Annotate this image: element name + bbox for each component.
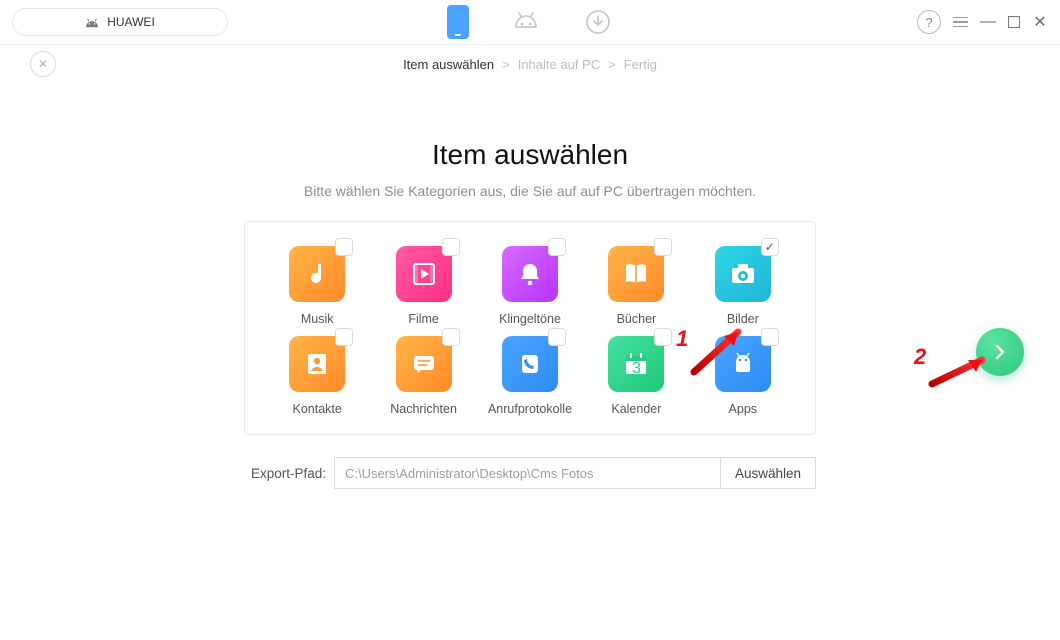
export-path-label: Export-Pfad: xyxy=(244,466,334,481)
checkbox-apps[interactable] xyxy=(761,328,779,346)
phone-icon xyxy=(502,336,558,392)
tab-android-head-icon[interactable] xyxy=(511,7,541,37)
category-movies[interactable]: Filme xyxy=(375,246,471,326)
device-name: HUAWEI xyxy=(107,15,155,29)
annotation-number-2: 2 xyxy=(914,344,926,370)
window-maximize[interactable] xyxy=(1008,16,1020,28)
checkbox-ringtones[interactable] xyxy=(548,238,566,256)
checkbox-books[interactable] xyxy=(654,238,672,256)
back-close-button[interactable]: ✕ xyxy=(30,51,56,77)
android-icon xyxy=(85,17,99,27)
checkbox-music[interactable] xyxy=(335,238,353,256)
category-label: Filme xyxy=(408,312,439,326)
message-icon xyxy=(396,336,452,392)
category-label: Kalender xyxy=(611,402,661,416)
category-call-logs[interactable]: Anrufprotokolle xyxy=(482,336,578,416)
category-apps[interactable]: Apps xyxy=(695,336,791,416)
tab-device[interactable] xyxy=(447,5,469,39)
window-close[interactable]: ✕ xyxy=(1032,12,1048,32)
android-app-icon xyxy=(715,336,771,392)
menu-button[interactable] xyxy=(953,17,968,28)
checkbox-call-logs[interactable] xyxy=(548,328,566,346)
category-label: Anrufprotokolle xyxy=(488,402,572,416)
category-music[interactable]: Musik xyxy=(269,246,365,326)
checkbox-contacts[interactable] xyxy=(335,328,353,346)
device-selector[interactable]: HUAWEI xyxy=(12,8,228,36)
chevron-right-icon xyxy=(990,342,1010,362)
breadcrumb: Item auswählen > Inhalte auf PC > Fertig xyxy=(403,57,657,72)
chevron-right-icon: > xyxy=(502,57,510,72)
tab-download-icon[interactable] xyxy=(583,7,613,37)
next-button[interactable] xyxy=(976,328,1024,376)
category-label: Nachrichten xyxy=(390,402,457,416)
chevron-right-icon: > xyxy=(608,57,616,72)
breadcrumb-step-1: Item auswählen xyxy=(403,57,494,72)
category-label: Bücher xyxy=(617,312,657,326)
checkbox-calendar[interactable] xyxy=(654,328,672,346)
breadcrumb-step-2: Inhalte auf PC xyxy=(518,57,600,72)
category-label: Musik xyxy=(301,312,334,326)
breadcrumb-step-3: Fertig xyxy=(624,57,657,72)
book-icon xyxy=(608,246,664,302)
close-icon: ✕ xyxy=(38,57,48,71)
contact-icon xyxy=(289,336,345,392)
category-calendar[interactable]: 3 Kalender xyxy=(588,336,684,416)
checkbox-messages[interactable] xyxy=(442,328,460,346)
checkbox-photos[interactable]: ✓ xyxy=(761,238,779,256)
choose-path-button[interactable]: Auswählen xyxy=(720,458,815,488)
category-label: Bilder xyxy=(727,312,759,326)
category-messages[interactable]: Nachrichten xyxy=(375,336,471,416)
export-path-field[interactable]: C:\Users\Administrator\Desktop\Cms Fotos xyxy=(335,458,720,488)
category-ringtones[interactable]: Klingeltöne xyxy=(482,246,578,326)
film-icon xyxy=(396,246,452,302)
category-card: Musik Filme Klingeltöne Bücher xyxy=(244,221,816,435)
page-title: Item auswählen xyxy=(0,139,1060,171)
window-minimize[interactable]: — xyxy=(980,13,996,31)
checkbox-movies[interactable] xyxy=(442,238,460,256)
calendar-day: 3 xyxy=(632,360,641,378)
category-photos[interactable]: ✓ Bilder xyxy=(695,246,791,326)
category-contacts[interactable]: Kontakte xyxy=(269,336,365,416)
category-books[interactable]: Bücher xyxy=(588,246,684,326)
category-label: Kontakte xyxy=(293,402,342,416)
camera-icon: ✓ xyxy=(715,246,771,302)
category-label: Apps xyxy=(729,402,758,416)
question-icon: ? xyxy=(925,15,932,30)
music-icon xyxy=(289,246,345,302)
calendar-icon: 3 xyxy=(608,336,664,392)
help-button[interactable]: ? xyxy=(917,10,941,34)
page-subtitle: Bitte wählen Sie Kategorien aus, die Sie… xyxy=(0,183,1060,199)
category-label: Klingeltöne xyxy=(499,312,561,326)
bell-icon xyxy=(502,246,558,302)
